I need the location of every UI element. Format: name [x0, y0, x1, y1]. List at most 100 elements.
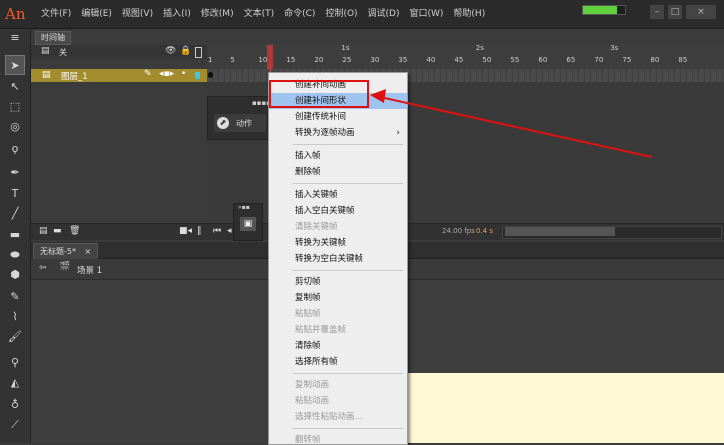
menu-item[interactable]: 视图(V): [117, 0, 158, 28]
scene-label[interactable]: 场景 1: [77, 264, 102, 276]
new-folder-icon[interactable]: ▬: [53, 226, 62, 236]
polystar-icon[interactable]: ⬢: [5, 265, 25, 285]
context-menu-item-label: 选择性粘贴动画...: [295, 412, 363, 422]
layer-row[interactable]: ▤ 图层_1 ✎ ◂▪▸ •: [31, 69, 207, 82]
camera-icon[interactable]: ■◂: [179, 226, 192, 236]
timeline-tab[interactable]: 时间轴: [35, 31, 71, 45]
actions-panel: ▪▪▪▪ ⬈ 动作: [207, 96, 273, 140]
pause-icon[interactable]: ‖: [197, 226, 202, 236]
context-menu-item: 粘贴动画: [269, 393, 407, 409]
actions-label: 动作: [236, 119, 252, 128]
text-icon[interactable]: T: [5, 184, 25, 204]
menu-item[interactable]: 调试(D): [363, 0, 405, 28]
menu-item[interactable]: 控制(O): [320, 0, 362, 28]
outline-icon[interactable]: [195, 47, 202, 58]
subselection-icon[interactable]: ↖: [5, 77, 25, 97]
rectangle-icon[interactable]: ▬: [5, 225, 25, 245]
layer-name[interactable]: 图层_1: [61, 70, 88, 82]
ruler-frame-label: 15: [286, 56, 296, 64]
menu-item[interactable]: 窗口(W): [405, 0, 449, 28]
annotation-highlight-box: [269, 80, 369, 108]
context-menu-item[interactable]: 转换为空白关键帧: [269, 251, 407, 267]
back-icon[interactable]: ⇦: [39, 263, 47, 273]
menu-item[interactable]: 文本(T): [239, 0, 280, 28]
menu-item[interactable]: 编辑(E): [76, 0, 117, 28]
close-button[interactable]: ×: [686, 5, 716, 19]
context-menu-item[interactable]: 复制帧: [269, 290, 407, 306]
pen-icon[interactable]: ✒: [5, 163, 25, 183]
context-menu-item-label: 清除帧: [295, 341, 321, 351]
bone-icon[interactable]: ⚲: [5, 353, 25, 373]
context-menu-item[interactable]: 删除帧: [269, 164, 407, 180]
context-menu-item[interactable]: 插入关键帧: [269, 187, 407, 203]
timeline-scroll-thumb[interactable]: [505, 227, 615, 236]
context-menu-item-label: 清除关键帧: [295, 222, 338, 232]
frame-ruler[interactable]: 1 5 10 15 20 25 30 35 40 45 50 55 60 65 70 75 80 85 1s 2s 3s: [207, 43, 724, 70]
delete-layer-icon[interactable]: 🗑: [69, 226, 80, 236]
layers-icon: ▤: [41, 46, 50, 56]
ruler-frame-label: 35: [398, 56, 408, 64]
context-menu-item-label: 剪切帧: [295, 277, 321, 287]
stage-canvas[interactable]: [405, 373, 724, 443]
ink-bottle-icon[interactable]: ♁: [5, 395, 25, 415]
playhead[interactable]: [267, 45, 273, 69]
oval-icon[interactable]: ⬬: [5, 245, 25, 265]
new-layer-icon[interactable]: ▤: [39, 226, 48, 236]
context-menu-item: 粘贴帧: [269, 306, 407, 322]
menu-item[interactable]: 插入(I): [158, 0, 196, 28]
context-menu-item[interactable]: 剪切帧: [269, 274, 407, 290]
step-back-icon[interactable]: ◂: [227, 226, 232, 236]
maximize-button[interactable]: □: [668, 5, 682, 19]
eyedropper-icon[interactable]: ⟋: [5, 415, 25, 435]
menu-items: 文件(F) 编辑(E) 视图(V) 插入(I) 修改(M) 文本(T) 命令(C) 控制(O)…: [36, 0, 490, 28]
context-menu-item[interactable]: 插入空白关键帧: [269, 203, 407, 219]
menu-item[interactable]: 命令(C): [279, 0, 320, 28]
lock-icon[interactable]: 🔒: [180, 46, 191, 56]
context-menu-item[interactable]: 转换为关键帧: [269, 235, 407, 251]
line-icon[interactable]: ╱: [5, 204, 25, 224]
ruler-frame-label: 20: [314, 56, 324, 64]
minimize-button[interactable]: –: [650, 5, 664, 19]
context-menu-item-label: 插入空白关键帧: [295, 206, 355, 216]
free-transform-icon[interactable]: ⬚: [5, 97, 25, 117]
context-menu-item-label: 粘贴帧: [295, 309, 321, 319]
ruler-second-label: 3s: [610, 44, 619, 52]
actions-button[interactable]: ⬈ 动作: [214, 114, 266, 132]
go-first-frame-icon[interactable]: ⏮: [213, 226, 221, 236]
menu-item[interactable]: 修改(M): [196, 0, 239, 28]
ruler-frame-label: 75: [622, 56, 632, 64]
context-menu-item-label: 转换为逐帧动画: [295, 128, 355, 138]
lasso-icon[interactable]: ϙ: [5, 139, 25, 159]
menu-separator: [293, 373, 403, 374]
properties-icon[interactable]: ▣: [240, 217, 256, 231]
visibility-icon[interactable]: 👁: [165, 46, 176, 56]
annotation-arrow-line: [379, 96, 653, 158]
memory-meter-fill: [583, 6, 617, 14]
paint-brush-icon[interactable]: 🖌: [5, 327, 25, 347]
menu-item[interactable]: 帮助(H): [448, 0, 490, 28]
menu-item[interactable]: 文件(F): [36, 0, 76, 28]
panel-menu-icon[interactable]: ≡: [5, 31, 25, 45]
context-menu-item[interactable]: 选择所有帧: [269, 354, 407, 370]
context-menu-item[interactable]: 清除帧: [269, 338, 407, 354]
document-tab[interactable]: 无标题-5* ×: [33, 243, 99, 260]
brush-icon[interactable]: ⌇: [5, 307, 25, 327]
fps-display[interactable]: 24.00 fps: [442, 227, 475, 235]
expand-panel-icon[interactable]: »▪▪: [238, 204, 250, 211]
selection-arrow-icon[interactable]: ➤: [5, 55, 25, 75]
actions-icon: ⬈: [217, 117, 229, 129]
ruler-second-label: 2s: [475, 44, 484, 52]
3d-rotation-icon[interactable]: ◎: [5, 117, 25, 137]
ruler-frame-label: 85: [678, 56, 688, 64]
layer-color-swatch[interactable]: [195, 72, 200, 79]
layer-dot-icon: •: [181, 69, 187, 79]
context-menu-item-label: 转换为关键帧: [295, 238, 347, 248]
paint-bucket-icon[interactable]: ◭: [5, 373, 25, 393]
context-menu-item-label: 粘贴并覆盖帧: [295, 325, 347, 335]
context-menu-item-label: 粘贴动画: [295, 396, 330, 406]
pencil-icon[interactable]: ✎: [5, 287, 25, 307]
close-tab-icon[interactable]: ×: [85, 247, 92, 256]
annotation-arrow-head: [370, 89, 386, 103]
context-menu-item-label: 插入帧: [295, 151, 321, 161]
ruler-frame-label: 5: [230, 56, 235, 64]
